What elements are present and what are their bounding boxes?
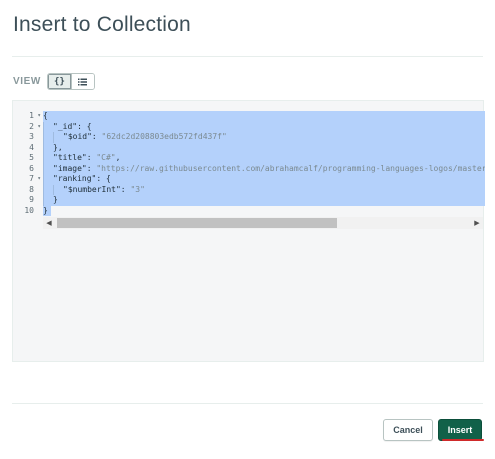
line-number: 3 xyxy=(13,132,43,143)
fold-toggle-icon[interactable]: ▾ xyxy=(37,122,41,133)
line-number-text: 1 xyxy=(29,111,34,120)
line-number-text: 6 xyxy=(29,163,34,173)
cancel-button[interactable]: Cancel xyxy=(383,419,433,441)
list-icon xyxy=(78,78,88,85)
line-number: 5 xyxy=(13,153,43,164)
json-punctuation: , xyxy=(115,153,121,162)
json-view-button[interactable]: {} xyxy=(47,74,71,89)
json-editor[interactable]: 1 ▾ 2 ▾ 3 4 5 6 7 ▾ 8 9 10 {"_id": {"$oid": "62dc2d2… xyxy=(12,100,485,362)
indent-guide xyxy=(43,195,44,206)
fold-toggle-icon[interactable]: ▾ xyxy=(37,174,41,185)
code-area[interactable]: {"_id": {"$oid": "62dc2d208803edb572fd43… xyxy=(43,111,485,216)
line-number: 9 xyxy=(13,195,43,206)
indent-guide xyxy=(43,142,44,153)
json-string-value: "62dc2d208803edb572fd437f" xyxy=(101,132,227,141)
line-number: 1 ▾ xyxy=(13,111,43,122)
json-key: "$numberInt" xyxy=(63,184,121,194)
dialog-title: Insert to Collection xyxy=(13,13,191,36)
indent-guide xyxy=(43,163,44,174)
line-number-text: 7 xyxy=(29,174,34,183)
json-punctuation: : { xyxy=(96,174,111,183)
scrollbar-thumb[interactable] xyxy=(57,218,337,228)
line-number-text: 8 xyxy=(29,184,34,194)
line-number: 10 xyxy=(13,206,43,217)
indent-guide xyxy=(53,132,54,143)
json-key: "title" xyxy=(53,153,87,162)
code-line: "ranking": { xyxy=(43,174,485,185)
json-key: "ranking" xyxy=(53,174,97,183)
line-number-gutter: 1 ▾ 2 ▾ 3 4 5 6 7 ▾ 8 9 10 xyxy=(13,111,43,216)
json-key: "image" xyxy=(53,163,87,173)
json-punctuation: } xyxy=(53,195,58,204)
code-line: }, xyxy=(43,142,485,153)
json-punctuation: : xyxy=(91,132,102,141)
json-punctuation: : xyxy=(86,153,97,162)
json-string-value: "https://raw.githubusercontent.com/abrah… xyxy=(96,163,485,173)
json-string-value: "C#" xyxy=(96,153,116,162)
insert-button[interactable]: Insert xyxy=(438,419,482,441)
indent-guide xyxy=(43,184,44,195)
json-punctuation: { xyxy=(43,111,48,120)
line-number: 2 ▾ xyxy=(13,122,43,133)
line-number: 6 xyxy=(13,164,43,175)
list-view-button[interactable] xyxy=(70,74,94,89)
json-punctuation: } xyxy=(43,205,48,215)
code-line: "image": "https://raw.githubusercontent.… xyxy=(43,163,485,174)
scroll-right-arrow-icon[interactable]: ▶ xyxy=(471,217,483,229)
line-number-text: 2 xyxy=(29,121,34,131)
header-divider xyxy=(12,56,483,57)
line-number: 4 xyxy=(13,143,43,154)
view-label: VIEW xyxy=(13,76,41,87)
line-number: 8 xyxy=(13,185,43,196)
fold-toggle-icon[interactable]: ▾ xyxy=(37,111,41,122)
insert-underline-mark xyxy=(442,439,484,441)
code-line: "_id": { xyxy=(43,121,485,132)
scroll-left-arrow-icon[interactable]: ◀ xyxy=(43,217,55,229)
json-string-value: "3" xyxy=(130,184,145,194)
horizontal-scrollbar[interactable]: ◀ ▶ xyxy=(43,217,483,229)
indent-guide xyxy=(53,184,54,195)
footer-divider xyxy=(12,403,483,404)
json-punctuation: }, xyxy=(53,142,63,152)
indent-guide xyxy=(43,174,44,185)
code-line: "$numberInt": "3" xyxy=(43,184,485,195)
code-line: { xyxy=(43,111,485,122)
code-line: } xyxy=(43,205,51,216)
indent-guide xyxy=(43,132,44,143)
code-line: "title": "C#", xyxy=(43,153,485,164)
braces-icon: {} xyxy=(54,76,65,87)
json-key: "$oid" xyxy=(63,132,92,141)
view-toggle-row: VIEW {} xyxy=(13,73,95,90)
indent-guide xyxy=(43,153,44,164)
json-punctuation: : { xyxy=(77,121,92,131)
code-line: } xyxy=(43,195,485,206)
line-number: 7 ▾ xyxy=(13,174,43,185)
code-line: "$oid": "62dc2d208803edb572fd437f" xyxy=(43,132,485,143)
json-punctuation: : xyxy=(86,163,97,173)
indent-guide xyxy=(43,121,44,132)
line-number-text: 9 xyxy=(29,195,34,204)
json-punctuation: : xyxy=(120,184,131,194)
line-number-text: 5 xyxy=(29,153,34,162)
line-number-text: 10 xyxy=(24,205,34,215)
view-toggle: {} xyxy=(46,73,95,90)
line-number-text: 4 xyxy=(29,142,34,152)
json-key: "_id" xyxy=(53,121,78,131)
line-number-text: 3 xyxy=(29,132,34,141)
